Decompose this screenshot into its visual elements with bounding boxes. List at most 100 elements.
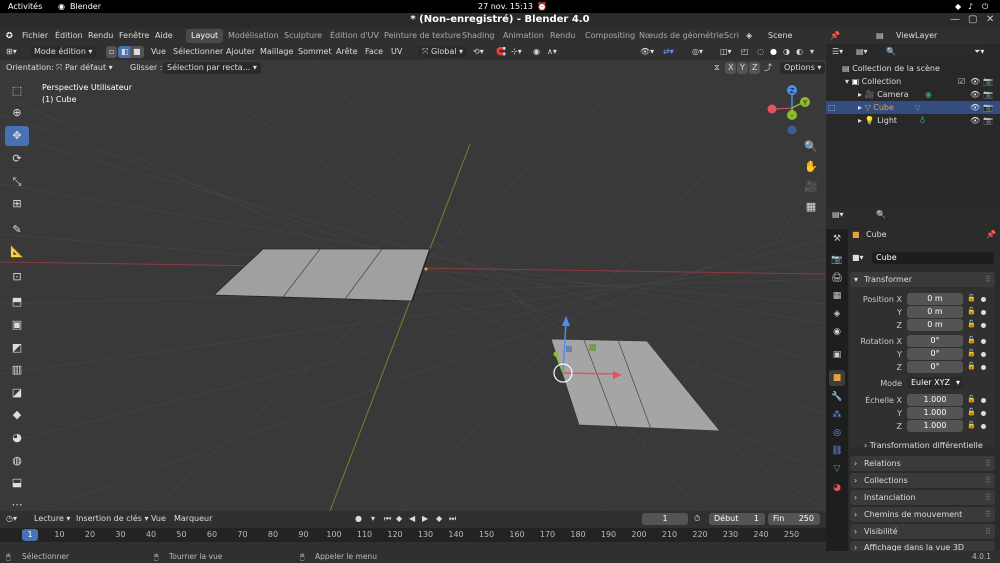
snap-icon[interactable]: 🧲 — [496, 46, 506, 58]
lock-icon[interactable]: 🔓 — [967, 336, 976, 344]
scale-tool-icon[interactable]: ⤡ — [5, 172, 29, 192]
spin-tool-icon[interactable]: ◕ — [5, 428, 29, 448]
rotation-x-field[interactable]: 0° — [907, 335, 963, 347]
render-camera-icon[interactable]: 📷 — [983, 75, 993, 88]
tool-options-icon[interactable]: ⤴ — [764, 62, 772, 74]
play-icon[interactable]: ▶ — [422, 513, 428, 525]
instancing-panel-header[interactable]: › Instanciation ⠿ — [850, 490, 995, 505]
blender-logo-icon[interactable]: ✪ — [6, 31, 13, 40]
lock-icon[interactable]: 🔓 — [967, 307, 976, 315]
collections-panel-header[interactable]: › Collections ⠿ — [850, 473, 995, 488]
pin-icon[interactable]: 📌 — [986, 230, 996, 239]
lock-icon[interactable]: 🔓 — [967, 408, 976, 416]
display-mode-icon[interactable]: ▤▾ — [856, 46, 868, 58]
drag-handle-icon[interactable]: ⠿ — [985, 473, 991, 488]
mode-dropdown[interactable]: Mode édition ▾ — [30, 46, 97, 58]
options-dropdown[interactable]: Options ▾ — [780, 62, 826, 74]
scale-x-field[interactable]: 1.000 — [907, 394, 963, 406]
motion-paths-panel-header[interactable]: › Chemins de mouvement ⠿ — [850, 507, 995, 522]
zoom-icon[interactable]: 🔍 — [801, 137, 821, 157]
properties-search-field[interactable]: 🔍 — [872, 209, 974, 221]
tab-animation[interactable]: Animation — [498, 29, 549, 43]
current-frame-field[interactable]: 1 — [642, 513, 688, 525]
network-icon[interactable]: ◆ — [955, 2, 961, 11]
move-tool-icon[interactable]: ✥ — [5, 126, 29, 146]
keyframe-dot-icon[interactable] — [981, 352, 986, 357]
viewport-display-panel-header[interactable]: › Affichage dans la vue 3D — [850, 541, 995, 551]
outliner-item-collection[interactable]: ▾ ▣ Collection ☑ 👁 📷 — [826, 75, 1000, 88]
menu-vertex[interactable]: Sommet — [298, 46, 332, 58]
stopwatch-icon[interactable]: ⏱ — [694, 513, 700, 525]
keyframe-dot-icon[interactable] — [981, 310, 986, 315]
outliner-search-field[interactable]: 🔍 — [882, 46, 984, 58]
drag-handle-icon[interactable]: ⠿ — [985, 524, 991, 539]
timeline-ruler[interactable]: 1 10 20 30 40 50 60 70 80 90 100 110 120 130 140 150 160… — [0, 528, 826, 542]
shrink-tool-icon[interactable]: ⬓ — [5, 473, 29, 493]
render-tab-icon[interactable]: 📷 — [829, 252, 845, 268]
drag-dropdown[interactable]: Sélection par recta... ▾ — [163, 62, 261, 74]
timeline-editor-icon[interactable]: ◷▾ — [6, 513, 17, 525]
cursor-icon[interactable]: ⊕ — [5, 103, 29, 123]
physics-tab-icon[interactable]: ◎ — [829, 425, 845, 441]
eye-icon[interactable]: 👁 — [970, 114, 980, 127]
snap-target-icon[interactable]: ⊹▾ — [511, 46, 522, 58]
render-camera-icon[interactable]: 📷 — [983, 114, 993, 127]
app-menu[interactable]: Blender — [70, 2, 101, 11]
3d-viewport[interactable]: ⊞▾ Mode édition ▾ ▫ ◧ ■ Vue Sélectionner… — [0, 44, 826, 511]
keyframe-dot-icon[interactable] — [981, 297, 986, 302]
jump-start-icon[interactable]: ⏮ — [384, 513, 391, 525]
menu-face[interactable]: Face — [365, 46, 383, 58]
visibility-icon[interactable]: 👁▾ — [640, 46, 654, 58]
pan-hand-icon[interactable]: ✋ — [801, 157, 821, 177]
volume-icon[interactable]: ♪ — [968, 2, 973, 11]
outliner-item-camera[interactable]: ▸ 🎥 Camera ◉ 👁 📷 — [826, 88, 1000, 101]
menu-timeline-view[interactable]: Vue — [151, 513, 166, 525]
drag-handle-icon[interactable]: ⠿ — [985, 507, 991, 522]
object-name-field[interactable]: Cube — [872, 252, 994, 264]
bevel-tool-icon[interactable]: ◩ — [5, 338, 29, 358]
scale-z-field[interactable]: 1.000 — [907, 420, 963, 432]
menu-view[interactable]: Vue — [151, 46, 166, 58]
view-layer-name[interactable]: ViewLayer — [896, 31, 937, 40]
extrude-tool-icon[interactable]: ⬒ — [5, 292, 29, 312]
tab-shading[interactable]: Shading — [457, 29, 500, 43]
frame-end-field[interactable]: Fin 250 — [768, 513, 820, 525]
axis-y-toggle[interactable]: Y — [737, 62, 748, 74]
axis-z-toggle[interactable]: Z — [749, 62, 761, 74]
navigation-gizmo[interactable]: Z Y - — [764, 84, 814, 134]
measure-tool-icon[interactable]: 📐 — [5, 242, 29, 262]
clock[interactable]: 27 nov. 15:13 — [478, 2, 533, 11]
transform-panel-header[interactable]: ▾ Transformer ⠿ — [850, 272, 995, 287]
collection-tab-icon[interactable]: ▣ — [829, 347, 845, 363]
drag-handle-icon[interactable]: ⠿ — [985, 272, 991, 287]
falloff-icon[interactable]: ∧▾ — [547, 46, 557, 58]
menu-window[interactable]: Fenêtre — [119, 31, 149, 40]
world-tab-icon[interactable]: ◉ — [829, 324, 845, 340]
tab-layout[interactable]: Layout — [186, 29, 224, 43]
shear-tool-icon[interactable]: ⋯ — [5, 495, 29, 511]
record-icon[interactable]: ● — [355, 513, 362, 525]
rendered-shading-icon[interactable]: ◐ — [796, 46, 803, 58]
data-tab-icon[interactable]: ▽ — [829, 461, 845, 477]
menu-edit[interactable]: Édition — [55, 31, 83, 40]
drag-handle-icon[interactable]: ⠿ — [985, 490, 991, 505]
edit-mode-icon[interactable]: ⬚ — [828, 101, 836, 114]
camera-data-icon[interactable]: ◉ — [925, 90, 932, 99]
editor-type-icon[interactable]: ⊞▾ — [6, 46, 17, 58]
object-tab-icon[interactable]: ■ — [829, 370, 845, 386]
poly-build-tool-icon[interactable]: ◆ — [5, 405, 29, 425]
play-reverse-icon[interactable]: ◀ — [409, 513, 415, 525]
lock-icon[interactable]: 🔓 — [967, 349, 976, 357]
particles-tab-icon[interactable]: ⁂ — [829, 407, 845, 423]
lock-icon[interactable]: 🔓 — [967, 395, 976, 403]
tab-rendering[interactable]: Rendu — [545, 29, 580, 43]
filter-icon[interactable]: ⏷▾ — [974, 46, 984, 58]
face-select-icon[interactable]: ■ — [130, 46, 144, 58]
menu-keying[interactable]: Insertion de clés ▾ — [76, 513, 149, 525]
rotation-z-field[interactable]: 0° — [907, 361, 963, 373]
material-tab-icon[interactable]: ◕ — [829, 480, 845, 496]
menu-playback[interactable]: Lecture ▾ — [34, 513, 70, 525]
transform-tool-icon[interactable]: ⊞ — [5, 194, 29, 214]
tab-geometry-nodes[interactable]: Nœuds de géométrie — [634, 29, 729, 43]
menu-marker[interactable]: Marqueur — [174, 513, 212, 525]
